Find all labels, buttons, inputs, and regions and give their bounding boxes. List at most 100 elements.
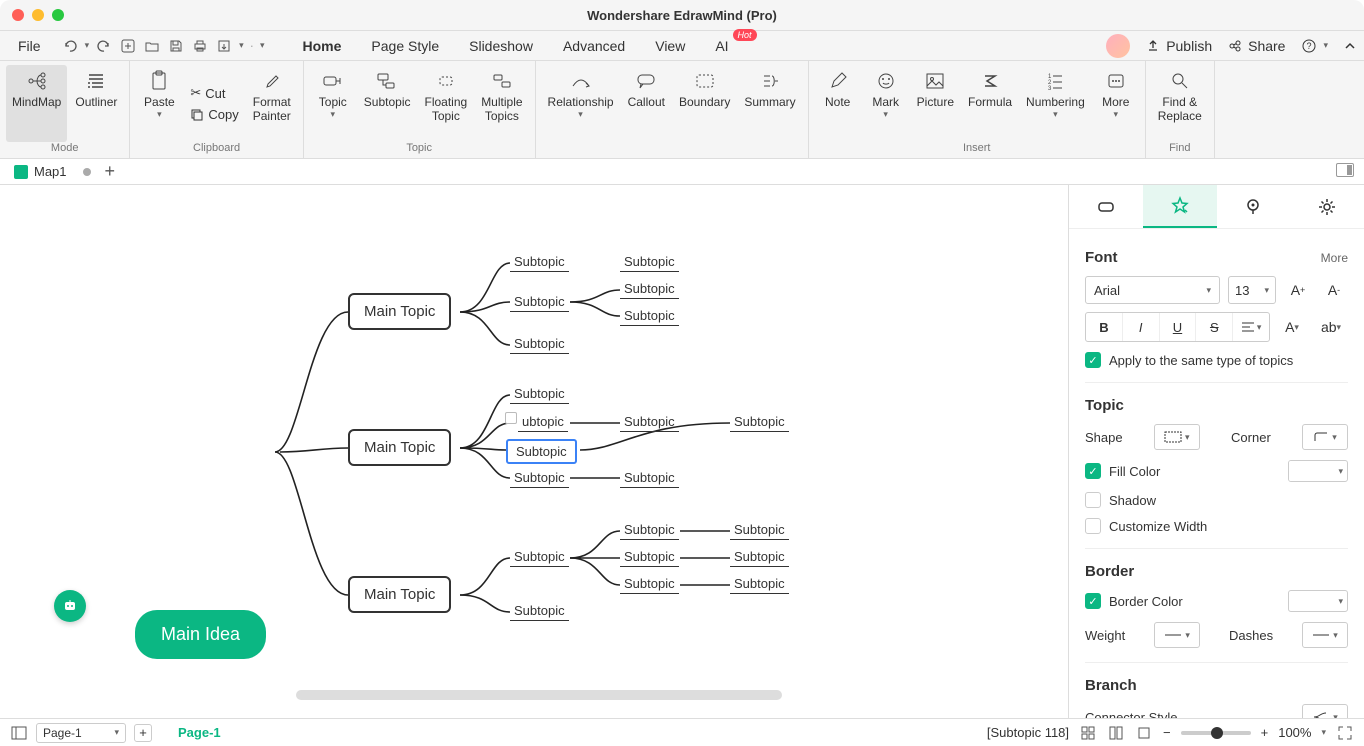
corner-select[interactable]: ▾ (1302, 424, 1348, 450)
zoom-out-button[interactable]: − (1163, 725, 1171, 740)
multiple-topics-button[interactable]: Multiple Topics (475, 65, 528, 142)
subtopic-node[interactable]: Subtopic (730, 521, 789, 540)
subtopic-node[interactable]: Subtopic (510, 602, 569, 621)
summary-button[interactable]: Summary (738, 65, 801, 142)
floating-topic-button[interactable]: Floating Topic (418, 65, 473, 142)
root-node[interactable]: Main Idea (135, 610, 266, 659)
subtopic-node[interactable]: Subtopic (730, 575, 789, 594)
zoom-slider[interactable] (1181, 731, 1251, 735)
border-color-swatch[interactable]: ▾ (1288, 590, 1348, 612)
subtopic-node[interactable]: ubtopic (518, 413, 568, 432)
subtopic-node[interactable]: Subtopic (510, 469, 569, 488)
page-tab[interactable]: Page-1 (178, 725, 221, 740)
fit-page-icon[interactable] (1135, 724, 1153, 742)
boundary-button[interactable]: Boundary (673, 65, 736, 142)
tab-home[interactable]: Home (289, 33, 356, 59)
panel-tab-map[interactable] (1217, 185, 1291, 228)
collapse-handle[interactable] (505, 412, 517, 424)
main-topic-node[interactable]: Main Topic (348, 576, 451, 613)
more-insert-button[interactable]: More▾ (1093, 65, 1139, 142)
mark-button[interactable]: Mark▾ (863, 65, 909, 142)
print-icon[interactable] (191, 37, 209, 55)
close-window-icon[interactable] (12, 9, 24, 21)
tab-advanced[interactable]: Advanced (549, 33, 639, 59)
highlight-button[interactable]: ab▾ (1314, 313, 1348, 341)
qat-customize[interactable]: ▾ (260, 40, 265, 51)
dashes-select[interactable]: ▾ (1302, 622, 1348, 648)
connector-style-select[interactable]: ▾ (1302, 704, 1348, 718)
topic-button[interactable]: Topic▾ (310, 65, 356, 142)
subtopic-node[interactable]: Subtopic (620, 307, 679, 326)
export-icon[interactable] (215, 37, 233, 55)
maximize-window-icon[interactable] (52, 9, 64, 21)
numbering-button[interactable]: 123Numbering▾ (1020, 65, 1091, 142)
subtopic-button[interactable]: Subtopic (358, 65, 417, 142)
increase-font-button[interactable]: A+ (1284, 276, 1312, 304)
subtopic-node[interactable]: Subtopic (510, 548, 569, 567)
callout-button[interactable]: Callout (622, 65, 671, 142)
tab-ai[interactable]: AIHot (701, 33, 742, 59)
outliner-mode-button[interactable]: Outliner (69, 65, 123, 142)
note-button[interactable]: Note (815, 65, 861, 142)
outline-view-icon[interactable] (10, 724, 28, 742)
border-color-checkbox[interactable]: ✓ (1085, 593, 1101, 609)
formula-button[interactable]: Formula (962, 65, 1018, 142)
subtopic-node[interactable]: Subtopic (620, 253, 679, 272)
panel-tab-topic[interactable] (1069, 185, 1143, 228)
collapse-ribbon-icon[interactable] (1344, 40, 1356, 52)
zoom-dropdown[interactable]: ▾ (1321, 727, 1326, 738)
mindmap-mode-button[interactable]: MindMap (6, 65, 67, 142)
italic-button[interactable]: I (1123, 313, 1160, 341)
fill-color-checkbox[interactable]: ✓ (1085, 463, 1101, 479)
copy-button[interactable]: Copy (184, 105, 244, 124)
customize-width-checkbox[interactable] (1085, 518, 1101, 534)
subtopic-node[interactable]: Subtopic (620, 521, 679, 540)
underline-button[interactable]: U (1160, 313, 1197, 341)
horizontal-scrollbar[interactable] (296, 690, 782, 700)
file-menu[interactable]: File (8, 34, 51, 58)
layout-cols-icon[interactable] (1107, 724, 1125, 742)
subtopic-node[interactable]: Subtopic (510, 293, 569, 312)
main-topic-node[interactable]: Main Topic (348, 429, 451, 466)
subtopic-node[interactable]: Subtopic (620, 548, 679, 567)
fill-color-swatch[interactable]: ▾ (1288, 460, 1348, 482)
minimize-window-icon[interactable] (32, 9, 44, 21)
tab-view[interactable]: View (641, 33, 699, 59)
panel-tab-style[interactable] (1143, 185, 1217, 228)
tab-page-style[interactable]: Page Style (357, 33, 453, 59)
find-replace-button[interactable]: Find & Replace (1152, 65, 1208, 142)
relationship-button[interactable]: Relationship▾ (542, 65, 620, 142)
undo-icon[interactable] (61, 37, 79, 55)
bold-button[interactable]: B (1086, 313, 1123, 341)
canvas[interactable]: Main Idea Main Topic Main Topic Main Top… (0, 185, 1068, 718)
undo-dropdown[interactable]: ▾ (85, 40, 90, 51)
format-painter-button[interactable]: Format Painter (247, 65, 297, 142)
share-button[interactable]: Share (1228, 38, 1285, 54)
page-selector[interactable]: Page-1▾ (36, 723, 126, 743)
publish-button[interactable]: Publish (1146, 38, 1212, 54)
add-page-button[interactable]: + (134, 724, 152, 742)
strikethrough-button[interactable]: S (1196, 313, 1233, 341)
save-icon[interactable] (167, 37, 185, 55)
zoom-in-button[interactable]: + (1261, 725, 1269, 740)
subtopic-node[interactable]: Subtopic (620, 413, 679, 432)
toggle-panel-icon[interactable] (1336, 163, 1354, 177)
subtopic-node[interactable]: Subtopic (620, 280, 679, 299)
subtopic-node[interactable]: Subtopic (730, 548, 789, 567)
weight-select[interactable]: ▾ (1154, 622, 1200, 648)
export-dropdown[interactable]: ▾ (239, 40, 244, 51)
subtopic-node[interactable]: Subtopic (510, 385, 569, 404)
font-size-input[interactable]: 13▾ (1228, 276, 1276, 304)
layout-grid-icon[interactable] (1079, 724, 1097, 742)
subtopic-node[interactable]: Subtopic (510, 253, 569, 272)
redo-icon[interactable] (95, 37, 113, 55)
subtopic-node[interactable]: Subtopic (620, 575, 679, 594)
fullscreen-icon[interactable] (1336, 724, 1354, 742)
cut-button[interactable]: ✂Cut (184, 83, 244, 103)
subtopic-node[interactable]: Subtopic (730, 413, 789, 432)
subtopic-node[interactable]: Subtopic (510, 335, 569, 354)
new-icon[interactable] (119, 37, 137, 55)
subtopic-node[interactable]: Subtopic (620, 469, 679, 488)
main-topic-node[interactable]: Main Topic (348, 293, 451, 330)
font-family-select[interactable]: Arial▾ (1085, 276, 1220, 304)
